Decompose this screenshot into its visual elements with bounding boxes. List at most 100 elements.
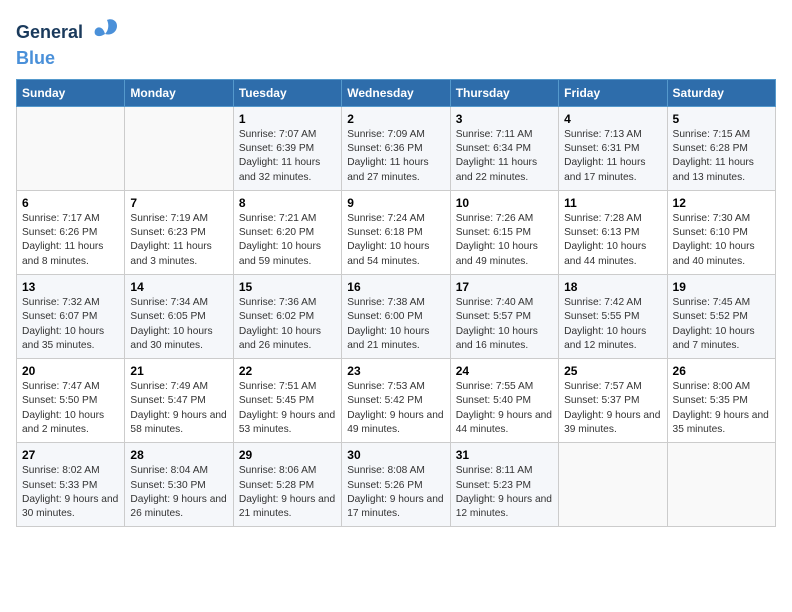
day-number: 31 [456, 448, 553, 462]
day-info: Sunrise: 8:06 AMSunset: 5:28 PMDaylight:… [239, 464, 336, 521]
day-info: Sunrise: 7:30 AMSunset: 6:10 PMDaylight:… [673, 212, 770, 269]
day-number: 26 [673, 364, 770, 378]
calendar-cell: 16 Sunrise: 7:38 AMSunset: 6:00 PMDayligh… [342, 275, 450, 359]
calendar-cell: 15 Sunrise: 7:36 AMSunset: 6:02 PMDayligh… [233, 275, 341, 359]
day-number: 15 [239, 280, 336, 294]
calendar-cell: 29 Sunrise: 8:06 AMSunset: 5:28 PMDayligh… [233, 443, 341, 527]
day-info: Sunrise: 7:51 AMSunset: 5:45 PMDaylight:… [239, 380, 336, 437]
day-info: Sunrise: 7:55 AMSunset: 5:40 PMDaylight:… [456, 380, 553, 437]
col-header-thursday: Thursday [450, 79, 558, 106]
day-info: Sunrise: 8:08 AMSunset: 5:26 PMDaylight:… [347, 464, 444, 521]
calendar-cell: 13Sunrise: 7:32 AMSunset: 6:07 PMDayligh… [17, 275, 125, 359]
day-info: Sunrise: 7:07 AMSunset: 6:39 PMDaylight:… [239, 128, 336, 185]
day-number: 10 [456, 196, 553, 210]
calendar-cell: 12 Sunrise: 7:30 AMSunset: 6:10 PMDayligh… [667, 190, 775, 274]
calendar-cell: 24 Sunrise: 7:55 AMSunset: 5:40 PMDayligh… [450, 359, 558, 443]
calendar-cell: 23 Sunrise: 7:53 AMSunset: 5:42 PMDayligh… [342, 359, 450, 443]
calendar-cell: 4 Sunrise: 7:13 AMSunset: 6:31 PMDaylight… [559, 106, 667, 190]
day-number: 27 [22, 448, 119, 462]
calendar-cell: 5 Sunrise: 7:15 AMSunset: 6:28 PMDaylight… [667, 106, 775, 190]
calendar-cell: 27Sunrise: 8:02 AMSunset: 5:33 PMDayligh… [17, 443, 125, 527]
day-info: Sunrise: 7:19 AMSunset: 6:23 PMDaylight:… [130, 212, 227, 269]
day-number: 12 [673, 196, 770, 210]
day-number: 18 [564, 280, 661, 294]
day-info: Sunrise: 7:47 AMSunset: 5:50 PMDaylight:… [22, 380, 119, 437]
logo: General Blue [16, 16, 119, 69]
calendar-cell: 22 Sunrise: 7:51 AMSunset: 5:45 PMDayligh… [233, 359, 341, 443]
calendar-cell [125, 106, 233, 190]
day-info: Sunrise: 7:13 AMSunset: 6:31 PMDaylight:… [564, 128, 661, 185]
day-info: Sunrise: 7:11 AMSunset: 6:34 PMDaylight:… [456, 128, 553, 185]
calendar-cell: 6 Sunrise: 7:17 AMSunset: 6:26 PMDaylight… [17, 190, 125, 274]
col-header-sunday: Sunday [17, 79, 125, 106]
calendar-cell: 30 Sunrise: 8:08 AMSunset: 5:26 PMDayligh… [342, 443, 450, 527]
day-info: Sunrise: 7:53 AMSunset: 5:42 PMDaylight:… [347, 380, 444, 437]
day-info: Sunrise: 7:28 AMSunset: 6:13 PMDaylight:… [564, 212, 661, 269]
day-info: Sunrise: 8:11 AMSunset: 5:23 PMDaylight:… [456, 464, 553, 521]
calendar-cell: 21 Sunrise: 7:49 AMSunset: 5:47 PMDayligh… [125, 359, 233, 443]
day-info: Sunrise: 7:42 AMSunset: 5:55 PMDaylight:… [564, 296, 661, 353]
calendar-cell: 19Sunrise: 7:45 AMSunset: 5:52 PMDayligh… [667, 275, 775, 359]
day-number: 28 [130, 448, 227, 462]
logo-text-blue: Blue [16, 49, 55, 69]
day-number: 5 [673, 112, 770, 126]
day-number: 24 [456, 364, 553, 378]
day-number: 30 [347, 448, 444, 462]
day-number: 9 [347, 196, 444, 210]
calendar-cell: 17 Sunrise: 7:40 AMSunset: 5:57 PMDayligh… [450, 275, 558, 359]
col-header-monday: Monday [125, 79, 233, 106]
calendar-cell: 8 Sunrise: 7:21 AMSunset: 6:20 PMDaylight… [233, 190, 341, 274]
day-number: 8 [239, 196, 336, 210]
day-number: 4 [564, 112, 661, 126]
calendar-cell [559, 443, 667, 527]
day-number: 17 [456, 280, 553, 294]
day-number: 16 [347, 280, 444, 294]
calendar-cell: 1Sunrise: 7:07 AMSunset: 6:39 PMDaylight… [233, 106, 341, 190]
calendar-cell: 18 Sunrise: 7:42 AMSunset: 5:55 PMDayligh… [559, 275, 667, 359]
day-number: 3 [456, 112, 553, 126]
day-number: 20 [22, 364, 119, 378]
day-number: 6 [22, 196, 119, 210]
day-number: 25 [564, 364, 661, 378]
day-info: Sunrise: 7:21 AMSunset: 6:20 PMDaylight:… [239, 212, 336, 269]
calendar-table: SundayMondayTuesdayWednesdayThursdayFrid… [16, 79, 776, 528]
calendar-cell: 7 Sunrise: 7:19 AMSunset: 6:23 PMDaylight… [125, 190, 233, 274]
day-number: 14 [130, 280, 227, 294]
page-header: General Blue [16, 16, 776, 69]
col-header-friday: Friday [559, 79, 667, 106]
day-number: 2 [347, 112, 444, 126]
day-info: Sunrise: 7:15 AMSunset: 6:28 PMDaylight:… [673, 128, 770, 185]
calendar-cell: 2 Sunrise: 7:09 AMSunset: 6:36 PMDaylight… [342, 106, 450, 190]
day-number: 23 [347, 364, 444, 378]
day-info: Sunrise: 7:40 AMSunset: 5:57 PMDaylight:… [456, 296, 553, 353]
col-header-tuesday: Tuesday [233, 79, 341, 106]
calendar-cell: 3 Sunrise: 7:11 AMSunset: 6:34 PMDaylight… [450, 106, 558, 190]
day-number: 22 [239, 364, 336, 378]
day-number: 29 [239, 448, 336, 462]
day-number: 11 [564, 196, 661, 210]
col-header-saturday: Saturday [667, 79, 775, 106]
day-number: 21 [130, 364, 227, 378]
day-info: Sunrise: 7:17 AMSunset: 6:26 PMDaylight:… [22, 212, 119, 269]
day-number: 13 [22, 280, 119, 294]
day-number: 7 [130, 196, 227, 210]
logo-text-general: General [16, 23, 83, 43]
calendar-cell: 28 Sunrise: 8:04 AMSunset: 5:30 PMDayligh… [125, 443, 233, 527]
calendar-cell: 10Sunrise: 7:26 AMSunset: 6:15 PMDayligh… [450, 190, 558, 274]
logo-bird-icon [87, 16, 119, 49]
calendar-cell [667, 443, 775, 527]
day-info: Sunrise: 7:09 AMSunset: 6:36 PMDaylight:… [347, 128, 444, 185]
day-info: Sunrise: 8:00 AMSunset: 5:35 PMDaylight:… [673, 380, 770, 437]
day-number: 19 [673, 280, 770, 294]
day-info: Sunrise: 7:38 AMSunset: 6:00 PMDaylight:… [347, 296, 444, 353]
calendar-cell: 25Sunrise: 7:57 AMSunset: 5:37 PMDayligh… [559, 359, 667, 443]
day-info: Sunrise: 7:49 AMSunset: 5:47 PMDaylight:… [130, 380, 227, 437]
calendar-cell: 31 Sunrise: 8:11 AMSunset: 5:23 PMDayligh… [450, 443, 558, 527]
day-info: Sunrise: 7:36 AMSunset: 6:02 PMDaylight:… [239, 296, 336, 353]
col-header-wednesday: Wednesday [342, 79, 450, 106]
day-info: Sunrise: 7:34 AMSunset: 6:05 PMDaylight:… [130, 296, 227, 353]
calendar-cell [17, 106, 125, 190]
calendar-cell: 20 Sunrise: 7:47 AMSunset: 5:50 PMDayligh… [17, 359, 125, 443]
calendar-cell: 14 Sunrise: 7:34 AMSunset: 6:05 PMDayligh… [125, 275, 233, 359]
day-info: Sunrise: 8:04 AMSunset: 5:30 PMDaylight:… [130, 464, 227, 521]
